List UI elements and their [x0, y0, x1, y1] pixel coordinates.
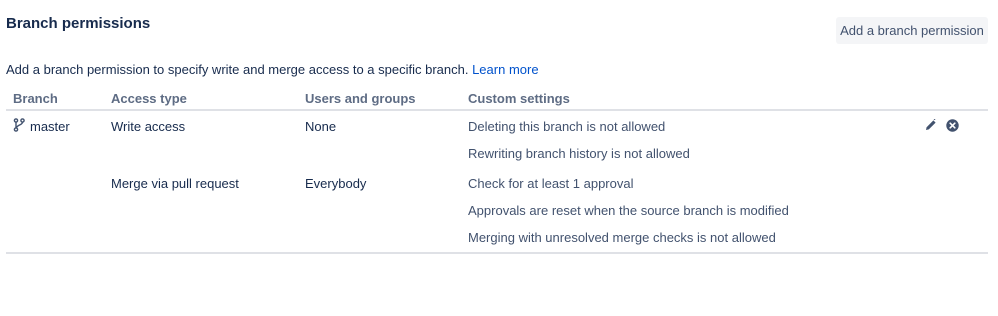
pencil-icon[interactable]	[925, 119, 937, 131]
setting-item: Merging with unresolved merge checks is …	[468, 230, 776, 245]
page-description: Add a branch permission to specify write…	[6, 62, 539, 77]
column-header-custom-settings: Custom settings	[468, 91, 570, 106]
users-merge: Everybody	[305, 176, 367, 191]
access-type-merge: Merge via pull request	[111, 176, 239, 191]
add-branch-permission-button[interactable]: Add a branch permission	[836, 17, 988, 44]
column-header-users-and-groups: Users and groups	[305, 91, 416, 106]
page-title: Branch permissions	[6, 15, 151, 32]
learn-more-link[interactable]: Learn more	[472, 62, 538, 77]
table-bottom-divider	[6, 252, 988, 254]
header-divider	[6, 109, 988, 111]
column-header-access-type: Access type	[111, 91, 187, 106]
users-write: None	[305, 119, 337, 134]
branch-name: master	[30, 119, 70, 134]
setting-item: Rewriting branch history is not allowed	[468, 146, 690, 161]
remove-icon[interactable]	[946, 119, 959, 132]
column-header-branch: Branch	[13, 91, 58, 106]
setting-item: Check for at least 1 approval	[468, 176, 634, 191]
setting-item: Approvals are reset when the source bran…	[468, 203, 789, 218]
branch-icon	[13, 118, 25, 132]
access-type-write: Write access	[111, 119, 186, 134]
setting-item: Deleting this branch is not allowed	[468, 119, 666, 134]
description-text: Add a branch permission to specify write…	[6, 62, 469, 77]
